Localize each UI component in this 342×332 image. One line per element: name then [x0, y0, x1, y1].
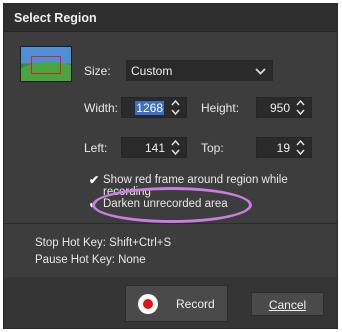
- spin-up-icon[interactable]: [296, 139, 305, 147]
- cancel-label: Cancel: [268, 298, 307, 312]
- record-label: Record: [176, 297, 215, 311]
- pause-hotkey-text: Pause Hot Key: None: [35, 254, 146, 266]
- left-label: Left:: [84, 141, 108, 155]
- height-stepper[interactable]: [256, 97, 312, 118]
- record-icon: [138, 294, 158, 314]
- width-stepper[interactable]: [121, 97, 187, 118]
- stop-hotkey-text: Stop Hot Key: Shift+Ctrl+S: [35, 237, 172, 249]
- title-bar[interactable]: Select Region: [4, 4, 337, 32]
- top-label: Top:: [201, 141, 224, 155]
- height-label: Height:: [201, 101, 240, 115]
- chevron-down-icon: [255, 63, 266, 82]
- spin-down-icon[interactable]: [171, 108, 180, 116]
- spin-up-icon[interactable]: [171, 99, 180, 107]
- highlight-ellipse: [92, 187, 252, 223]
- spin-up-icon[interactable]: [171, 139, 180, 147]
- width-label: Width:: [84, 101, 119, 115]
- dialog-title: Select Region: [14, 11, 97, 25]
- height-spin-arrows[interactable]: [294, 98, 308, 117]
- spin-up-icon[interactable]: [296, 99, 305, 107]
- region-frame-preview: [31, 56, 61, 74]
- spin-down-icon[interactable]: [171, 148, 180, 156]
- left-stepper[interactable]: [121, 137, 187, 158]
- size-dropdown[interactable]: Custom: [126, 60, 273, 81]
- region-preview-thumbnail: [20, 46, 72, 82]
- top-stepper[interactable]: [256, 137, 312, 158]
- select-region-dialog: Select Region Size: Custom Width: Height…: [3, 3, 338, 329]
- button-bar: Record Cancel: [4, 277, 337, 328]
- divider: [4, 223, 337, 224]
- cancel-button[interactable]: Cancel: [251, 292, 324, 316]
- width-spin-arrows[interactable]: [169, 98, 183, 117]
- size-value: Custom: [131, 64, 173, 78]
- record-button[interactable]: Record: [125, 285, 228, 322]
- top-spin-arrows[interactable]: [294, 138, 308, 157]
- size-label: Size:: [84, 64, 111, 78]
- spin-down-icon[interactable]: [296, 148, 305, 156]
- spin-down-icon[interactable]: [296, 108, 305, 116]
- left-spin-arrows[interactable]: [169, 138, 183, 157]
- show-frame-checkbox[interactable]: ✔: [87, 173, 101, 187]
